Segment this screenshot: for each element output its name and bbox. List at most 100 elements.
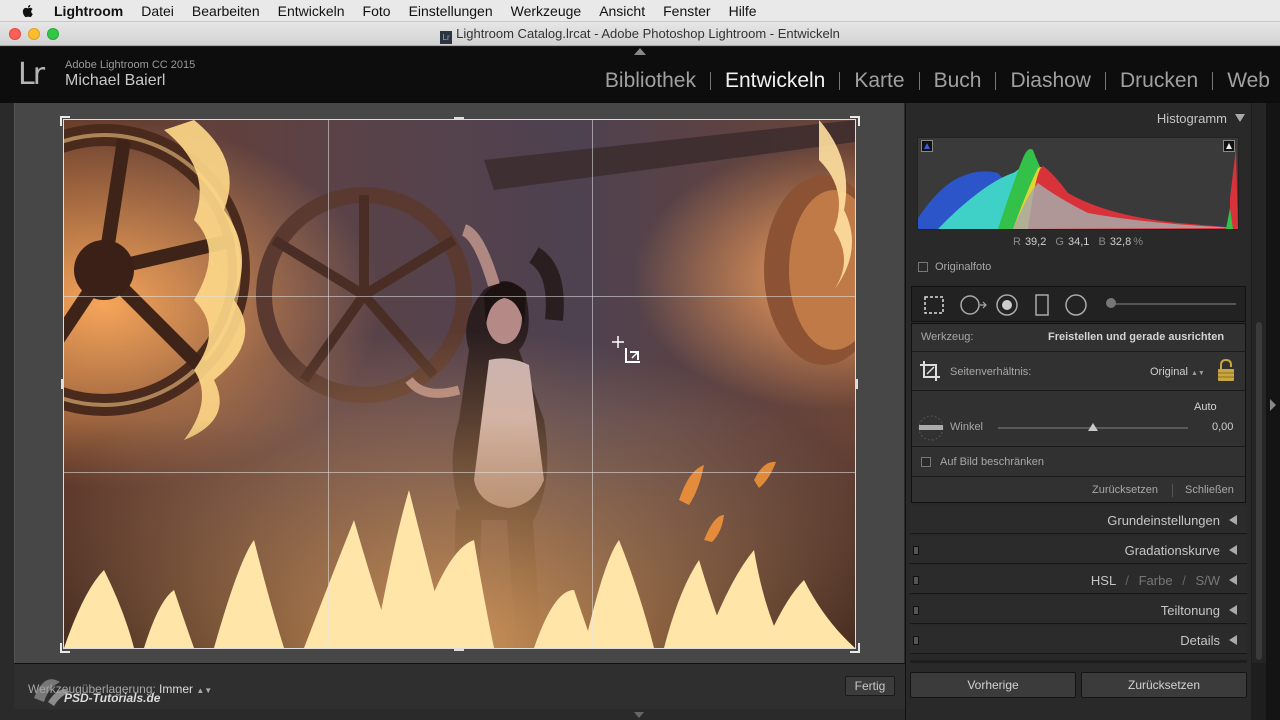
- section-split-toning[interactable]: Teiltonung: [910, 596, 1247, 624]
- menu-hilfe[interactable]: Hilfe: [729, 3, 757, 19]
- right-panel-toggle-icon[interactable]: [1270, 399, 1276, 411]
- panel-switch[interactable]: [913, 606, 919, 615]
- crop-handle-bottom[interactable]: [454, 648, 464, 651]
- section-details-label: Details: [1180, 633, 1220, 648]
- window-title: Lr Lightroom Catalog.lrcat - Adobe Photos…: [0, 26, 1280, 44]
- section-hsl[interactable]: HSL / Farbe / S/W: [910, 566, 1247, 594]
- tool-overlay-value: Immer: [159, 682, 193, 696]
- crop-handle-top-right[interactable]: [850, 116, 860, 126]
- crop-handle-top[interactable]: [454, 117, 464, 120]
- panel-switch[interactable]: [913, 636, 919, 645]
- crop-handle-bottom-right[interactable]: [850, 643, 860, 653]
- tool-strip: [911, 286, 1246, 322]
- angle-slider-thumb[interactable]: [1088, 423, 1098, 431]
- aspect-ratio-select[interactable]: Original ▲▼: [1150, 366, 1205, 378]
- module-diashow[interactable]: Diashow: [996, 69, 1105, 93]
- crop-grid-line: [64, 296, 855, 297]
- module-drucken[interactable]: Drucken: [1106, 69, 1212, 93]
- menu-ansicht[interactable]: Ansicht: [599, 3, 645, 19]
- menubar: Lightroom Datei Bearbeiten Entwickeln Fo…: [0, 0, 1280, 22]
- module-karte[interactable]: Karte: [840, 69, 918, 93]
- expand-triangle-icon: [1229, 575, 1237, 585]
- section-details[interactable]: Details: [910, 626, 1247, 654]
- section-title: Gradationskurve: [1125, 543, 1237, 558]
- crop-close-button[interactable]: Schließen: [1185, 484, 1234, 496]
- divider: [1172, 484, 1173, 497]
- b-label: B: [1098, 236, 1106, 248]
- reset-all-button[interactable]: Zurücksetzen: [1081, 672, 1247, 698]
- section-basic-label: Grundeinstellungen: [1107, 513, 1220, 528]
- shadow-clipping-button[interactable]: [921, 140, 933, 152]
- section-split-toning-label: Teiltonung: [1160, 603, 1220, 618]
- module-entwickeln[interactable]: Entwickeln: [711, 69, 839, 93]
- module-web[interactable]: Web: [1213, 69, 1270, 93]
- crop-handle-left[interactable]: [61, 379, 64, 389]
- menu-foto[interactable]: Foto: [363, 3, 391, 19]
- section-basic[interactable]: Grundeinstellungen: [910, 506, 1247, 534]
- lock-icon[interactable]: [1215, 358, 1237, 384]
- menu-entwickeln[interactable]: Entwickeln: [278, 3, 345, 19]
- crop-overlay-tool-icon[interactable]: [923, 295, 945, 315]
- updown-chevron-icon: ▲▼: [196, 686, 213, 695]
- crop-tool-icon[interactable]: [918, 359, 942, 383]
- menu-fenster[interactable]: Fenster: [663, 3, 710, 19]
- brush-size-slider[interactable]: [1108, 303, 1236, 305]
- tab-color[interactable]: Farbe: [1139, 573, 1173, 588]
- triangle-up-icon: [924, 143, 930, 149]
- section-title: Grundeinstellungen: [1107, 513, 1237, 528]
- done-button[interactable]: Fertig: [845, 676, 895, 696]
- crop-frame[interactable]: [63, 119, 856, 649]
- tab-hsl[interactable]: HSL: [1091, 573, 1116, 588]
- user-name: Michael Baierl: [65, 72, 166, 89]
- menu-lightroom[interactable]: Lightroom: [54, 3, 123, 19]
- watermark-text: PSD-Tutorials.de: [64, 691, 161, 705]
- red-eye-tool-icon[interactable]: [995, 293, 1019, 317]
- histogram-header[interactable]: Histogramm: [905, 111, 1245, 126]
- top-panel-toggle-icon[interactable]: [634, 48, 646, 55]
- tab-separator: /: [1125, 573, 1129, 588]
- highlight-clipping-button[interactable]: [1223, 140, 1235, 152]
- panel-switch[interactable]: [913, 546, 919, 555]
- right-panel-edge[interactable]: [1266, 103, 1280, 720]
- histogram[interactable]: [917, 137, 1239, 230]
- crop-reset-button[interactable]: Zurücksetzen: [1092, 484, 1158, 496]
- crop-handle-bottom-left[interactable]: [60, 643, 70, 653]
- section-tone-curve[interactable]: Gradationskurve: [910, 536, 1247, 564]
- right-panel-scroll-thumb[interactable]: [1256, 322, 1262, 660]
- module-buch[interactable]: Buch: [920, 69, 996, 93]
- menu-einstellungen[interactable]: Einstellungen: [409, 3, 493, 19]
- tab-bw[interactable]: S/W: [1195, 573, 1220, 588]
- apple-icon[interactable]: [20, 3, 36, 19]
- menu-werkzeuge[interactable]: Werkzeuge: [511, 3, 582, 19]
- crop-cursor-icon: [612, 336, 640, 363]
- expand-triangle-icon: [1229, 545, 1237, 555]
- rgb-readout: R 39,2 G 34,1 B 32,8%: [905, 236, 1251, 248]
- menu-bearbeiten[interactable]: Bearbeiten: [192, 3, 260, 19]
- crop-handle-right[interactable]: [855, 379, 858, 389]
- menu-datei[interactable]: Datei: [141, 3, 174, 19]
- panel-switch[interactable]: [913, 576, 919, 585]
- divider: [910, 660, 1247, 663]
- bottom-panel-toggle-icon[interactable]: [634, 712, 644, 718]
- spot-removal-tool-icon[interactable]: [958, 293, 988, 317]
- collapse-triangle-icon: [1235, 114, 1245, 122]
- straighten-tool-icon[interactable]: [916, 413, 946, 443]
- crop-handle-top-left[interactable]: [60, 116, 70, 126]
- module-bibliothek[interactable]: Bibliothek: [591, 69, 710, 93]
- aspect-ratio-label: Seitenverhältnis:: [950, 366, 1032, 378]
- constrain-to-image-checkbox[interactable]: [921, 457, 931, 467]
- brush-slider-thumb[interactable]: [1106, 298, 1116, 308]
- previous-button[interactable]: Vorherige: [910, 672, 1076, 698]
- rgb-unit: %: [1133, 236, 1144, 248]
- crop-grid-line: [64, 472, 855, 473]
- angle-value[interactable]: 0,00: [1212, 421, 1233, 433]
- auto-straighten-button[interactable]: Auto: [1194, 401, 1217, 413]
- divider: [911, 390, 1246, 391]
- constrain-to-image-label: Auf Bild beschränken: [940, 456, 1044, 468]
- radial-filter-tool-icon[interactable]: [1064, 293, 1088, 317]
- expand-triangle-icon: [1229, 635, 1237, 645]
- graduated-filter-tool-icon[interactable]: [1032, 293, 1052, 317]
- original-photo-checkbox[interactable]: [918, 262, 928, 272]
- tool-label: Werkzeug:: [921, 331, 974, 343]
- tool-overlay-select[interactable]: Immer ▲▼: [159, 682, 212, 696]
